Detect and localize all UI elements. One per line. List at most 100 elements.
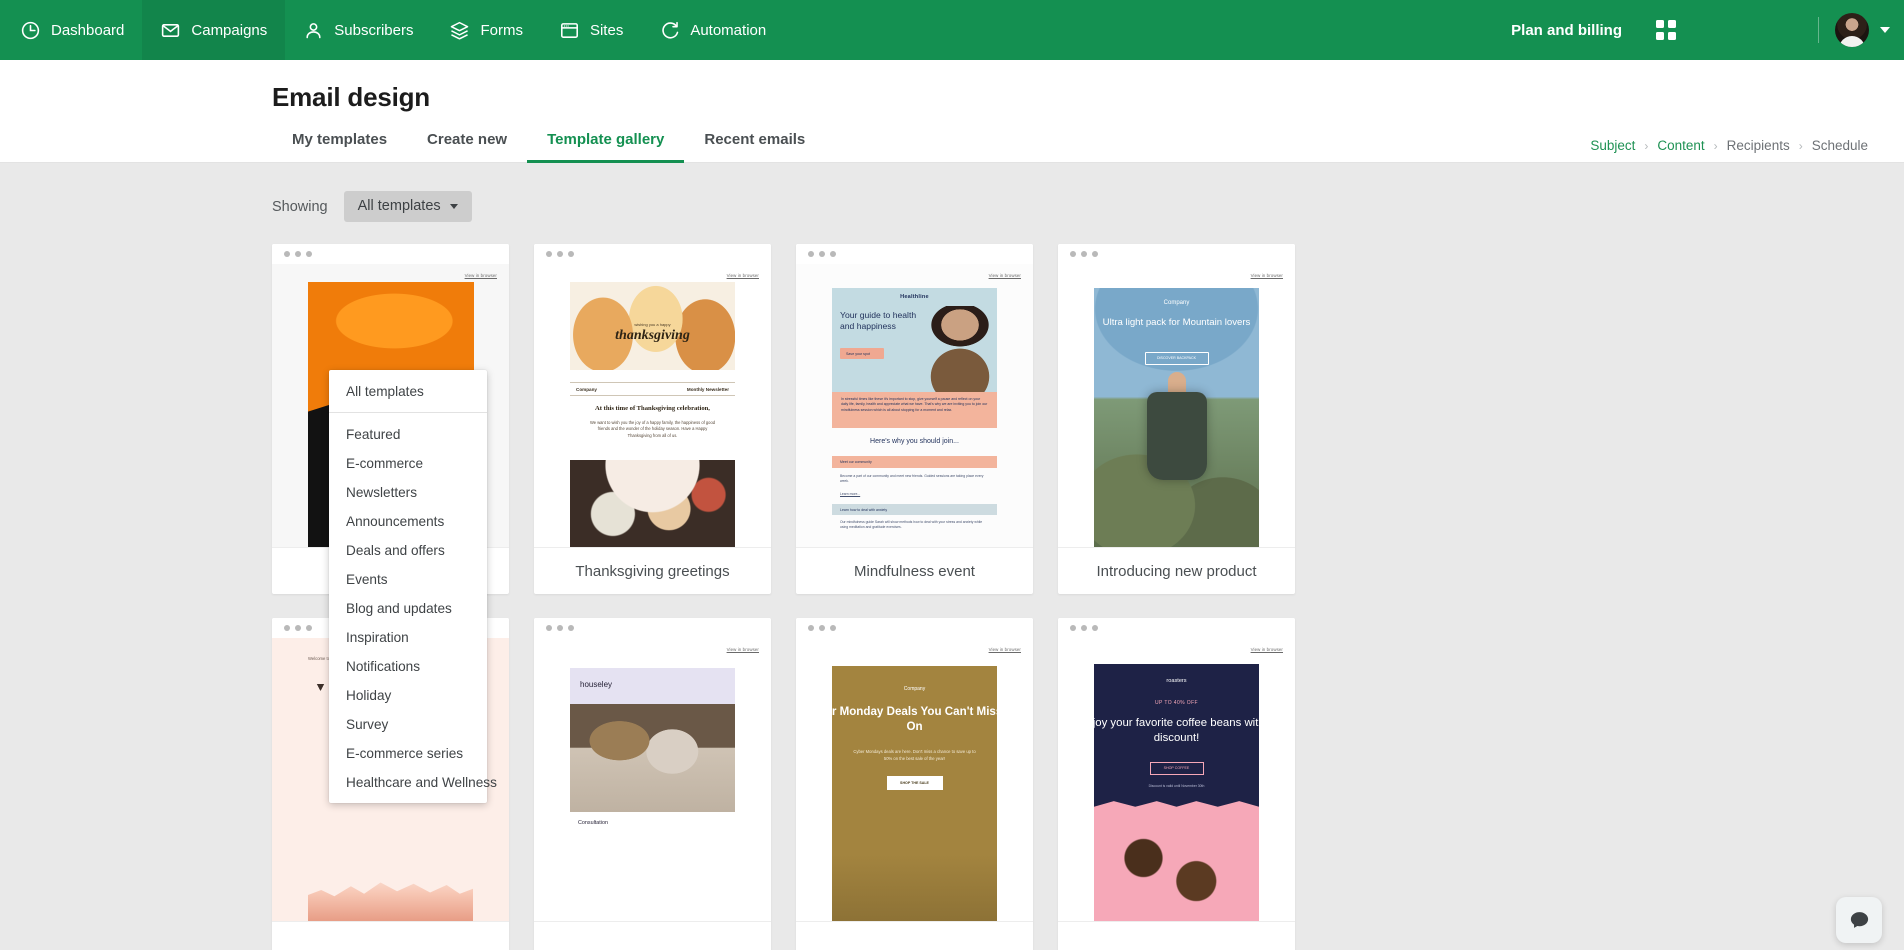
dropdown-option-announcements[interactable]: Announcements xyxy=(329,507,487,536)
preview-band-2: Meet our community xyxy=(832,456,997,468)
refresh-cycle-icon xyxy=(662,21,679,39)
dropdown-option-newsletters[interactable]: Newsletters xyxy=(329,478,487,507)
template-card-coffee-discount[interactable]: View in browser roasters UP TO 40% OFF E… xyxy=(1058,618,1295,950)
nav-item-campaigns[interactable]: Campaigns xyxy=(142,0,286,60)
preview-cta-label: SHOP COFFEE xyxy=(1163,766,1190,770)
view-in-browser-link: View in browser xyxy=(988,273,1021,278)
template-card-mindfulness-event[interactable]: View in browser Healthline Your guide to… xyxy=(796,244,1033,594)
dropdown-option-events[interactable]: Events xyxy=(329,565,487,594)
nav-item-forms[interactable]: Forms xyxy=(431,0,541,60)
nav-label: Campaigns xyxy=(191,21,268,39)
nav-label: Dashboard xyxy=(51,21,125,39)
chat-bubble-icon xyxy=(1850,911,1868,928)
template-card-thanksgiving-greetings[interactable]: View in browser wishing you a happy than… xyxy=(534,244,771,594)
preview-fine-print: Discount is valid until November 30th xyxy=(1148,784,1205,788)
dropdown-option-holiday[interactable]: Holiday xyxy=(329,681,487,710)
preview-cta-button: DISCOVER BACKPACK xyxy=(1144,352,1209,365)
dropdown-option-e-commerce[interactable]: E-commerce xyxy=(329,449,487,478)
preview-kicker: UP TO 40% OFF xyxy=(1155,700,1198,706)
apps-grid-button[interactable] xyxy=(1644,8,1688,52)
template-preview: View in browser roasters UP TO 40% OFF E… xyxy=(1058,638,1295,921)
card-window-chrome xyxy=(796,618,1033,638)
dropdown-separator xyxy=(329,412,487,413)
breadcrumb-item-recipients[interactable]: Recipients xyxy=(1727,138,1790,153)
tab-template-gallery[interactable]: Template gallery xyxy=(527,131,685,163)
tab-recent-emails[interactable]: Recent emails xyxy=(684,131,825,162)
preview-logo: houseley xyxy=(580,680,613,689)
template-preview: View in browser Company Cyber Monday Dea… xyxy=(796,638,1033,921)
chat-support-button[interactable] xyxy=(1836,897,1882,943)
view-in-browser-link: View in browser xyxy=(726,273,759,278)
dropdown-option-e-commerce-series[interactable]: E-commerce series xyxy=(329,739,487,768)
envelope-icon xyxy=(162,23,180,37)
tab-my-templates[interactable]: My templates xyxy=(272,131,407,162)
dropdown-option-featured[interactable]: Featured xyxy=(329,420,487,449)
dropdown-option-inspiration[interactable]: Inspiration xyxy=(329,623,487,652)
dropdown-option-all-templates[interactable]: All templates xyxy=(329,377,487,406)
template-card-introducing-new-product[interactable]: View in browser Company Ultra light pack… xyxy=(1058,244,1295,594)
breadcrumb-item-schedule[interactable]: Schedule xyxy=(1812,138,1868,153)
preview-headline: Enjoy your favorite coffee beans with a … xyxy=(1078,717,1275,745)
preview-company: Company xyxy=(903,686,926,692)
nav-label: Forms xyxy=(480,21,523,39)
view-in-browser-link: View in browser xyxy=(1250,647,1283,652)
preview-headline: Cyber Monday Deals You Can't Miss Out On xyxy=(803,705,1026,733)
avatar[interactable] xyxy=(1835,13,1869,47)
template-card-cyber-monday[interactable]: View in browser Company Cyber Monday Dea… xyxy=(796,618,1033,950)
breadcrumb-item-content[interactable]: Content xyxy=(1657,138,1704,153)
filter-row: Showing All templates xyxy=(0,163,1904,222)
template-card-title: Mindfulness event xyxy=(796,547,1033,594)
main-content: Showing All templates All templates Feat… xyxy=(0,163,1904,950)
preview-cta-label: SHOP THE SALE xyxy=(900,781,929,785)
preview-body: We want to wish you the joy of a happy f… xyxy=(589,420,715,438)
template-filter-dropdown-menu[interactable]: All templates Featured E-commerce Newsle… xyxy=(329,370,497,803)
top-navigation-bar: Dashboard Campaigns Subscribers Forms Si… xyxy=(0,0,1904,60)
preview-kicker: wishing you a happy xyxy=(634,322,671,327)
preview-cta-button: Save your spot xyxy=(840,348,884,359)
preview-band-text: In stressful times like these it's impor… xyxy=(841,397,988,412)
template-filter-dropdown-button[interactable]: All templates xyxy=(343,191,472,222)
preview-beans-image xyxy=(1094,816,1259,921)
template-card-title: Thanksgiving greetings xyxy=(534,547,771,594)
breadcrumb: Subject › Content › Recipients › Schedul… xyxy=(1590,138,1868,153)
view-in-browser-link: View in browser xyxy=(1250,273,1283,278)
card-window-chrome xyxy=(796,244,1033,264)
dropdown-option-survey[interactable]: Survey xyxy=(329,710,487,739)
template-preview: View in browser Healthline Your guide to… xyxy=(796,264,1033,547)
template-card-houseley[interactable]: View in browser houseley Consultation xyxy=(534,618,771,950)
dropdown-option-notifications[interactable]: Notifications xyxy=(329,652,487,681)
preview-food-image xyxy=(570,460,735,547)
grid-apps-icon xyxy=(1656,20,1676,40)
dropdown-option-healthcare-and-wellness[interactable]: Healthcare and Wellness xyxy=(329,768,497,797)
breadcrumb-item-subject[interactable]: Subject xyxy=(1590,138,1635,153)
dropdown-option-blog-and-updates[interactable]: Blog and updates xyxy=(329,594,487,623)
view-in-browser-link: View in browser xyxy=(988,647,1021,652)
card-window-chrome xyxy=(534,618,771,638)
template-grid: View in browser Trick or treat! Get 30% … xyxy=(0,222,1904,950)
template-card-title xyxy=(534,921,771,950)
preview-company: Company xyxy=(576,386,597,392)
template-card-title xyxy=(796,921,1033,950)
preview-person-photo xyxy=(923,306,997,392)
template-preview: View in browser houseley Consultation xyxy=(534,638,771,921)
preview-cta-button: SHOP COFFEE xyxy=(1149,762,1204,775)
tab-create-new[interactable]: Create new xyxy=(407,131,527,162)
plan-and-billing-link[interactable]: Plan and billing xyxy=(1489,22,1644,39)
preview-headline: Ultra light pack for Mountain lovers xyxy=(1102,317,1251,328)
nav-item-automation[interactable]: Automation xyxy=(641,0,784,60)
nav-item-dashboard[interactable]: Dashboard xyxy=(0,0,142,60)
dropdown-option-deals-and-offers[interactable]: Deals and offers xyxy=(329,536,487,565)
nav-right-group: Plan and billing xyxy=(1489,0,1904,60)
dropdown-selected-value: All templates xyxy=(357,198,441,214)
preview-subhead: At this time of Thanksgiving celebration… xyxy=(595,405,710,412)
preview-learn-more-link: Learn more... xyxy=(840,492,861,496)
preview-logo: Healthline xyxy=(900,294,929,300)
nav-item-subscribers[interactable]: Subscribers xyxy=(285,0,431,60)
preview-cta-label: Save your spot xyxy=(846,352,870,356)
chevron-down-icon[interactable] xyxy=(1880,27,1890,33)
template-preview: View in browser Company Ultra light pack… xyxy=(1058,264,1295,547)
showing-label: Showing xyxy=(272,198,328,215)
preview-band-1: In stressful times like these it's impor… xyxy=(832,392,997,428)
nav-item-sites[interactable]: Sites xyxy=(541,0,641,60)
clock-icon xyxy=(21,21,40,39)
